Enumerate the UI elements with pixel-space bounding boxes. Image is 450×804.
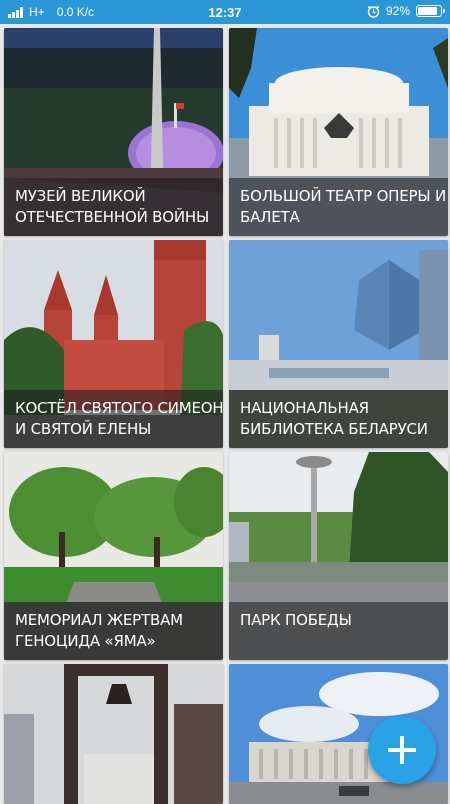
place-title: БОЛЬШОЙ ТЕАТР ОПЕРЫ И БАЛЕТА xyxy=(229,178,448,236)
place-title: ПАРК ПОБЕДЫ xyxy=(229,602,448,660)
place-card[interactable]: МУЗЕЙ ВЕЛИКОЙ ОТЕЧЕСТВЕННОЙ ВОЙНЫ xyxy=(4,28,223,236)
place-title: КОСТЁЛ СВЯТОГО СИМЕОНА И СВЯТОЙ ЕЛЕНЫ xyxy=(4,390,223,448)
place-photo xyxy=(4,664,223,804)
place-title-line2: БИБЛИОТЕКА БЕЛАРУСИ xyxy=(240,420,428,438)
place-title: МЕМОРИАЛ ЖЕРТВАМ ГЕНОЦИДА «ЯМА» xyxy=(4,602,223,660)
place-card[interactable]: БОЛЬШОЙ ТЕАТР ОПЕРЫ И БАЛЕТА xyxy=(229,28,448,236)
alarm-icon xyxy=(367,5,380,18)
add-button[interactable] xyxy=(368,716,436,784)
place-title-line2: И СВЯТОЙ ЕЛЕНЫ xyxy=(15,420,152,438)
battery-icon xyxy=(416,5,445,17)
places-grid: МУЗЕЙ ВЕЛИКОЙ ОТЕЧЕСТВЕННОЙ ВОЙНЫ БОЛЬШО… xyxy=(0,24,450,804)
place-title-line2: БАЛЕТА xyxy=(240,208,300,226)
place-title-line1: МЕМОРИАЛ ЖЕРТВАМ xyxy=(15,611,183,629)
place-title-line1: ПАРК ПОБЕДЫ xyxy=(240,611,352,629)
place-card[interactable]: ПАРК ПОБЕДЫ xyxy=(229,452,448,660)
place-title-line1: КОСТЁЛ СВЯТОГО СИМЕОНА xyxy=(15,399,223,417)
place-card[interactable] xyxy=(4,664,223,804)
status-right: 92% xyxy=(367,4,445,18)
battery-percent: 92% xyxy=(385,4,410,18)
place-card[interactable]: НАЦИОНАЛЬНАЯ БИБЛИОТЕКА БЕЛАРУСИ xyxy=(229,240,448,448)
place-title: НАЦИОНАЛЬНАЯ БИБЛИОТЕКА БЕЛАРУСИ xyxy=(229,390,448,448)
status-bar: H+ 0.0 K/c 12:37 92% xyxy=(0,0,450,24)
place-title-line1: МУЗЕЙ ВЕЛИКОЙ xyxy=(15,187,146,205)
place-title-line1: НАЦИОНАЛЬНАЯ xyxy=(240,399,369,417)
place-title-line2: ОТЕЧЕСТВЕННОЙ ВОЙНЫ xyxy=(15,208,209,226)
place-title-line2: ГЕНОЦИДА «ЯМА» xyxy=(15,632,156,650)
place-title-line1: БОЛЬШОЙ ТЕАТР ОПЕРЫ И xyxy=(240,187,447,205)
place-card[interactable]: КОСТЁЛ СВЯТОГО СИМЕОНА И СВЯТОЙ ЕЛЕНЫ xyxy=(4,240,223,448)
place-title: МУЗЕЙ ВЕЛИКОЙ ОТЕЧЕСТВЕННОЙ ВОЙНЫ xyxy=(4,178,223,236)
plus-icon xyxy=(388,736,416,764)
place-card[interactable]: МЕМОРИАЛ ЖЕРТВАМ ГЕНОЦИДА «ЯМА» xyxy=(4,452,223,660)
